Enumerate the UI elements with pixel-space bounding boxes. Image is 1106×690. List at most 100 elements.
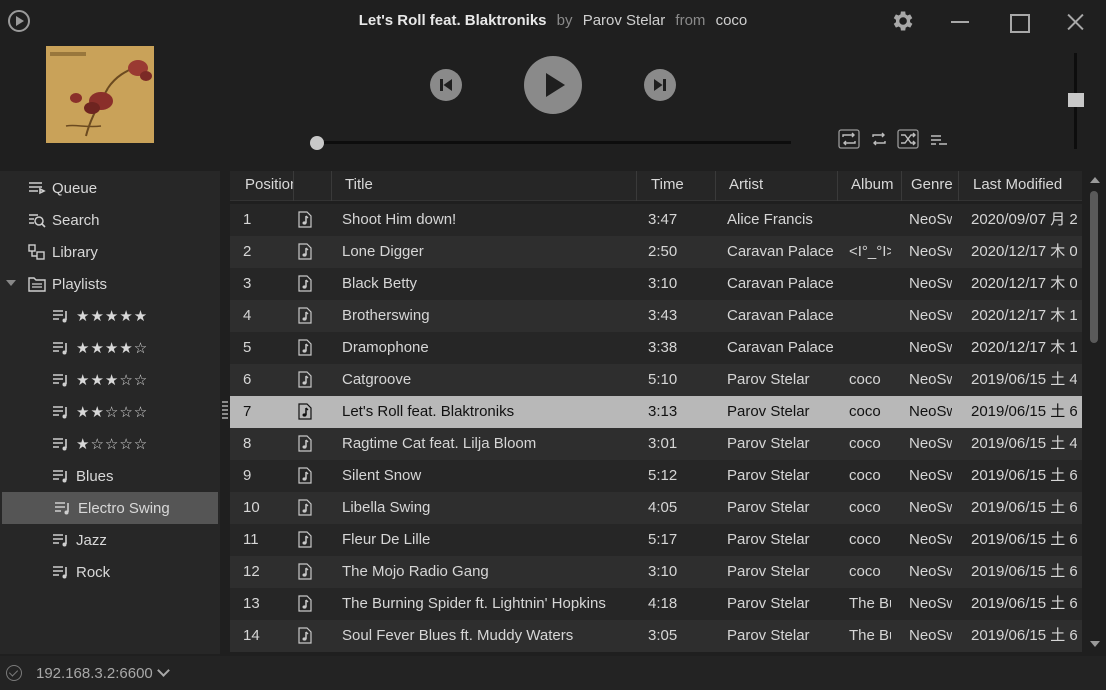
table-row[interactable]: 4 Brotherswing 3:43 Caravan Palace NeoSwing 2… [230, 300, 1082, 332]
track-title: The Mojo Radio Gang [342, 563, 489, 580]
table-row[interactable]: 14 Soul Fever Blues ft. Muddy Waters 3:05 P… [230, 620, 1082, 652]
track-last-modified: 2019/06/15 土 6 [971, 627, 1077, 644]
track-last-modified: 2020/09/07 月 2 [971, 211, 1077, 228]
track-title: Ragtime Cat feat. Lilja Bloom [342, 435, 537, 452]
track-position: 9 [243, 467, 252, 484]
now-playing-title: Let's Roll feat. Blaktroniks [358, 12, 547, 29]
column-header-genre[interactable]: Genre [901, 171, 958, 201]
sidebar-item-queue[interactable]: Queue [0, 172, 220, 204]
table-row[interactable]: 7 Let's Roll feat. Blaktroniks 3:13 Parov S… [230, 396, 1082, 428]
table-row[interactable]: 10 Libella Swing 4:05 Parov Stelar coco NeoSw… [230, 492, 1082, 524]
shuffle-button[interactable] [897, 129, 919, 149]
sidebar-item-label: Search [52, 211, 100, 229]
track-album: coco [849, 371, 881, 388]
track-genre: NeoSwing [909, 563, 952, 580]
scroll-up-arrow-icon[interactable] [1090, 177, 1100, 183]
sidebar-playlist-item[interactable]: Blues [0, 460, 220, 492]
sidebar-playlist-item[interactable]: ★★☆☆☆ [0, 396, 220, 428]
skip-next-icon [654, 79, 666, 91]
music-file-icon [298, 499, 312, 516]
sidebar-playlist-item[interactable]: Electro Swing [2, 492, 218, 524]
next-track-button[interactable] [644, 69, 676, 101]
track-genre: NeoSwing [909, 307, 952, 324]
seek-bar[interactable] [317, 141, 791, 144]
sidebar-playlist-item[interactable]: ★★★★★ [0, 300, 220, 332]
sidebar-playlist-label: ★☆☆☆☆ [76, 435, 149, 453]
track-time: 3:47 [648, 211, 678, 228]
column-header-title[interactable]: Title [331, 171, 636, 201]
chevron-down-icon[interactable] [157, 664, 170, 677]
track-position: 4 [243, 307, 252, 324]
table-row[interactable]: 2 Lone Digger 2:50 Caravan Palace <I°_°I> Neo… [230, 236, 1082, 268]
table-row[interactable]: 8 Ragtime Cat feat. Lilja Bloom 3:01 Parov … [230, 428, 1082, 460]
minimize-button[interactable] [946, 8, 974, 36]
track-genre: NeoSwing [909, 467, 952, 484]
scrollbar-thumb[interactable] [1090, 191, 1098, 343]
track-album: The Bu [849, 627, 891, 644]
seek-handle[interactable] [310, 136, 324, 150]
panel-splitter-handle[interactable] [222, 401, 228, 423]
server-address[interactable]: 192.168.3.2:6600 [36, 665, 153, 682]
track-time: 3:01 [648, 435, 678, 452]
repeat-button[interactable] [838, 129, 860, 149]
collapse-chevron-icon[interactable] [6, 280, 16, 286]
track-genre: NeoSwing [909, 435, 952, 452]
close-button[interactable] [1062, 8, 1090, 36]
consume-button[interactable] [928, 129, 950, 149]
track-last-modified: 2019/06/15 土 6 [971, 467, 1077, 484]
column-header-icon[interactable] [293, 171, 331, 201]
track-album [849, 332, 891, 364]
track-album [849, 204, 891, 236]
volume-handle[interactable] [1068, 93, 1084, 107]
table-row[interactable]: 12 The Mojo Radio Gang 3:10 Parov Stelar coc… [230, 556, 1082, 588]
scroll-down-arrow-icon[interactable] [1090, 641, 1100, 647]
now-playing-artist: Parov Stelar [582, 12, 666, 29]
sidebar-playlist-label: ★★★☆☆ [76, 371, 149, 389]
vertical-scrollbar[interactable] [1084, 171, 1106, 654]
status-bar: 192.168.3.2:6600 [0, 656, 1106, 690]
sidebar-playlist-label: Electro Swing [78, 499, 170, 517]
music-file-icon [298, 275, 312, 292]
play-button[interactable] [524, 56, 582, 114]
music-file-icon [298, 403, 312, 420]
track-time: 4:05 [648, 499, 678, 516]
track-genre: NeoSwing [909, 243, 952, 260]
table-row[interactable]: 5 Dramophone 3:38 Caravan Palace NeoSwing 202… [230, 332, 1082, 364]
track-artist: Caravan Palace [727, 339, 834, 356]
table-row[interactable]: 11 Fleur De Lille 5:17 Parov Stelar coco NeoS… [230, 524, 1082, 556]
sidebar-playlist-item[interactable]: ★★★★☆ [0, 332, 220, 364]
table-row[interactable]: 6 Catgroove 5:10 Parov Stelar coco NeoSwing 20… [230, 364, 1082, 396]
track-artist: Alice Francis [727, 211, 813, 228]
column-header-album[interactable]: Album [837, 171, 901, 201]
column-header-last-modified[interactable]: Last Modified [958, 171, 1082, 201]
track-time: 2:50 [648, 243, 678, 260]
track-last-modified: 2020/12/17 木 1 [971, 339, 1077, 356]
track-last-modified: 2019/06/15 土 4 [971, 371, 1077, 388]
track-artist: Parov Stelar [727, 595, 810, 612]
single-repeat-button[interactable] [868, 129, 890, 149]
table-row[interactable]: 13 The Burning Spider ft. Lightnin' Hopki… [230, 588, 1082, 620]
sidebar-playlist-item[interactable]: Rock [0, 556, 220, 588]
track-album [849, 300, 891, 332]
column-header-time[interactable]: Time [636, 171, 715, 201]
sidebar-item-library[interactable]: Library [0, 236, 220, 268]
settings-gear-icon[interactable] [889, 8, 917, 36]
previous-track-button[interactable] [430, 69, 462, 101]
sidebar-playlist-item[interactable]: ★★★☆☆ [0, 364, 220, 396]
sidebar-item-search[interactable]: Search [0, 204, 220, 236]
track-artist: Parov Stelar [727, 563, 810, 580]
sidebar-playlist-item[interactable]: Jazz [0, 524, 220, 556]
column-header-position[interactable]: Position [230, 171, 293, 201]
table-row[interactable]: 9 Silent Snow 5:12 Parov Stelar coco NeoSwing… [230, 460, 1082, 492]
table-row[interactable]: 1 Shoot Him down! 3:47 Alice Francis NeoSwin… [230, 204, 1082, 236]
sidebar-playlist-item[interactable]: ★☆☆☆☆ [0, 428, 220, 460]
track-title: Silent Snow [342, 467, 422, 484]
playlist-icon [52, 404, 70, 420]
sidebar-item-playlists[interactable]: Playlists [0, 268, 220, 300]
track-genre: NeoSwing [909, 339, 952, 356]
music-file-icon [298, 243, 312, 260]
track-artist: Caravan Palace [727, 275, 834, 292]
column-header-artist[interactable]: Artist [715, 171, 837, 201]
table-row[interactable]: 3 Black Betty 3:10 Caravan Palace NeoSwing 20… [230, 268, 1082, 300]
maximize-button[interactable] [1004, 8, 1032, 36]
